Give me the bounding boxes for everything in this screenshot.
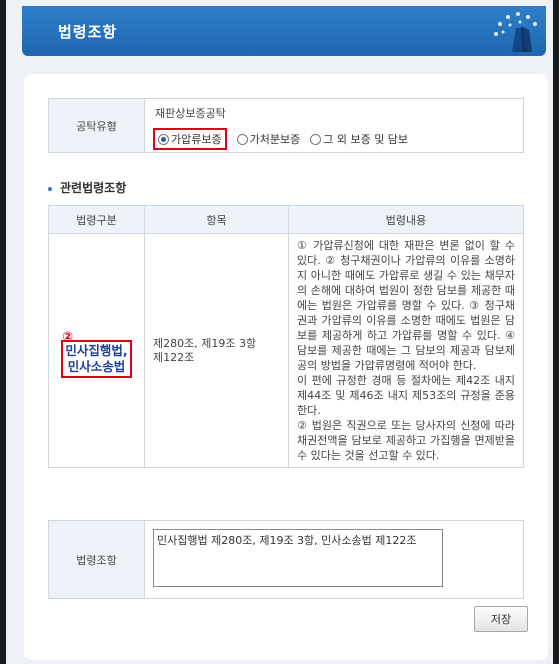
radio-label: 가압류보증 — [171, 133, 222, 146]
deposit-type-label: 공탁유형 — [48, 98, 145, 153]
deposit-category: 재판상보증공탁 — [155, 107, 226, 120]
radio-label: 가처분보증 — [249, 133, 301, 146]
deposit-type-table: 공탁유형 재판상보증공탁 가압류보증 가처분보증 그 외 보증 및 담보 — [48, 98, 524, 153]
page-header: 법령조항 — [22, 6, 546, 56]
item-line: 제122조 — [153, 350, 195, 364]
radio-option-provisional-attachment[interactable]: 가압류보증 — [153, 128, 227, 150]
radio-unselected-icon — [310, 133, 322, 145]
related-law-table: 법령구분 항목 법령내용 민사집행법, 민사소송법 제280조, 제19조 3항… — [48, 205, 524, 468]
radio-option-other-security[interactable]: 그 외 보증 및 담보 — [310, 131, 408, 147]
save-button[interactable]: 저장 — [474, 606, 528, 632]
window-frame: 법령조항 ① 공탁유형 재판상보증공탁 가압류보증 — [6, 0, 553, 664]
law-clause-table: 법령조항 민사집행법 제280조, 제19조 3항, 민사소송법 제122조 — [48, 520, 524, 599]
column-header-item: 항목 — [144, 205, 289, 234]
deposit-type-radio-group: 가압류보증 가처분보증 그 외 보증 및 담보 — [153, 128, 523, 150]
page-title: 법령조항 — [58, 23, 118, 41]
law-clause-cell: 민사집행법 제280조, 제19조 3항, 민사소송법 제122조 — [144, 520, 524, 599]
law-content-cell: ① 가압류신청에 대한 재판은 변론 없이 할 수 있다. ② 청구채권이나 가… — [288, 233, 524, 468]
law-type-cell: 민사집행법, 민사소송법 — [48, 233, 145, 468]
section-heading: 관련법령조항 — [48, 179, 126, 196]
item-line: 제280조, 제19조 3항 — [153, 336, 257, 350]
section-heading-text: 관련법령조항 — [60, 181, 127, 195]
deposit-type-cell: 재판상보증공탁 가압류보증 가처분보증 그 외 보증 및 담보 — [144, 98, 524, 153]
law-clause-textarea[interactable]: 민사집행법 제280조, 제19조 3항, 민사소송법 제122조 — [153, 529, 443, 587]
content-panel: ① 공탁유형 재판상보증공탁 가압류보증 가처분보증 — [24, 74, 548, 660]
table-row: 민사집행법, 민사소송법 제280조, 제19조 3항 제122조 ① 가압류신… — [48, 233, 524, 468]
law-type-line: 민사집행법, — [65, 342, 128, 358]
radio-unselected-icon — [236, 133, 248, 145]
column-header-content: 법령내용 — [288, 205, 524, 234]
column-header-law-type: 법령구분 — [48, 205, 145, 234]
item-cell: 제280조, 제19조 3항 제122조 — [144, 233, 289, 468]
law-type-names: 민사집행법, 민사소송법 — [61, 339, 132, 378]
radio-selected-icon — [158, 133, 169, 145]
bullet-icon — [48, 186, 52, 191]
law-content-text: ① 가압류신청에 대한 재판은 변론 없이 할 수 있다. ② 청구채권이나 가… — [297, 239, 515, 462]
court-emblem-icon — [494, 12, 537, 52]
radio-label: 그 외 보증 및 담보 — [323, 133, 409, 146]
law-clause-label: 법령조항 — [48, 520, 145, 599]
radio-option-provisional-disposition[interactable]: 가처분보증 — [236, 131, 301, 147]
law-type-line: 민사소송법 — [67, 358, 126, 374]
